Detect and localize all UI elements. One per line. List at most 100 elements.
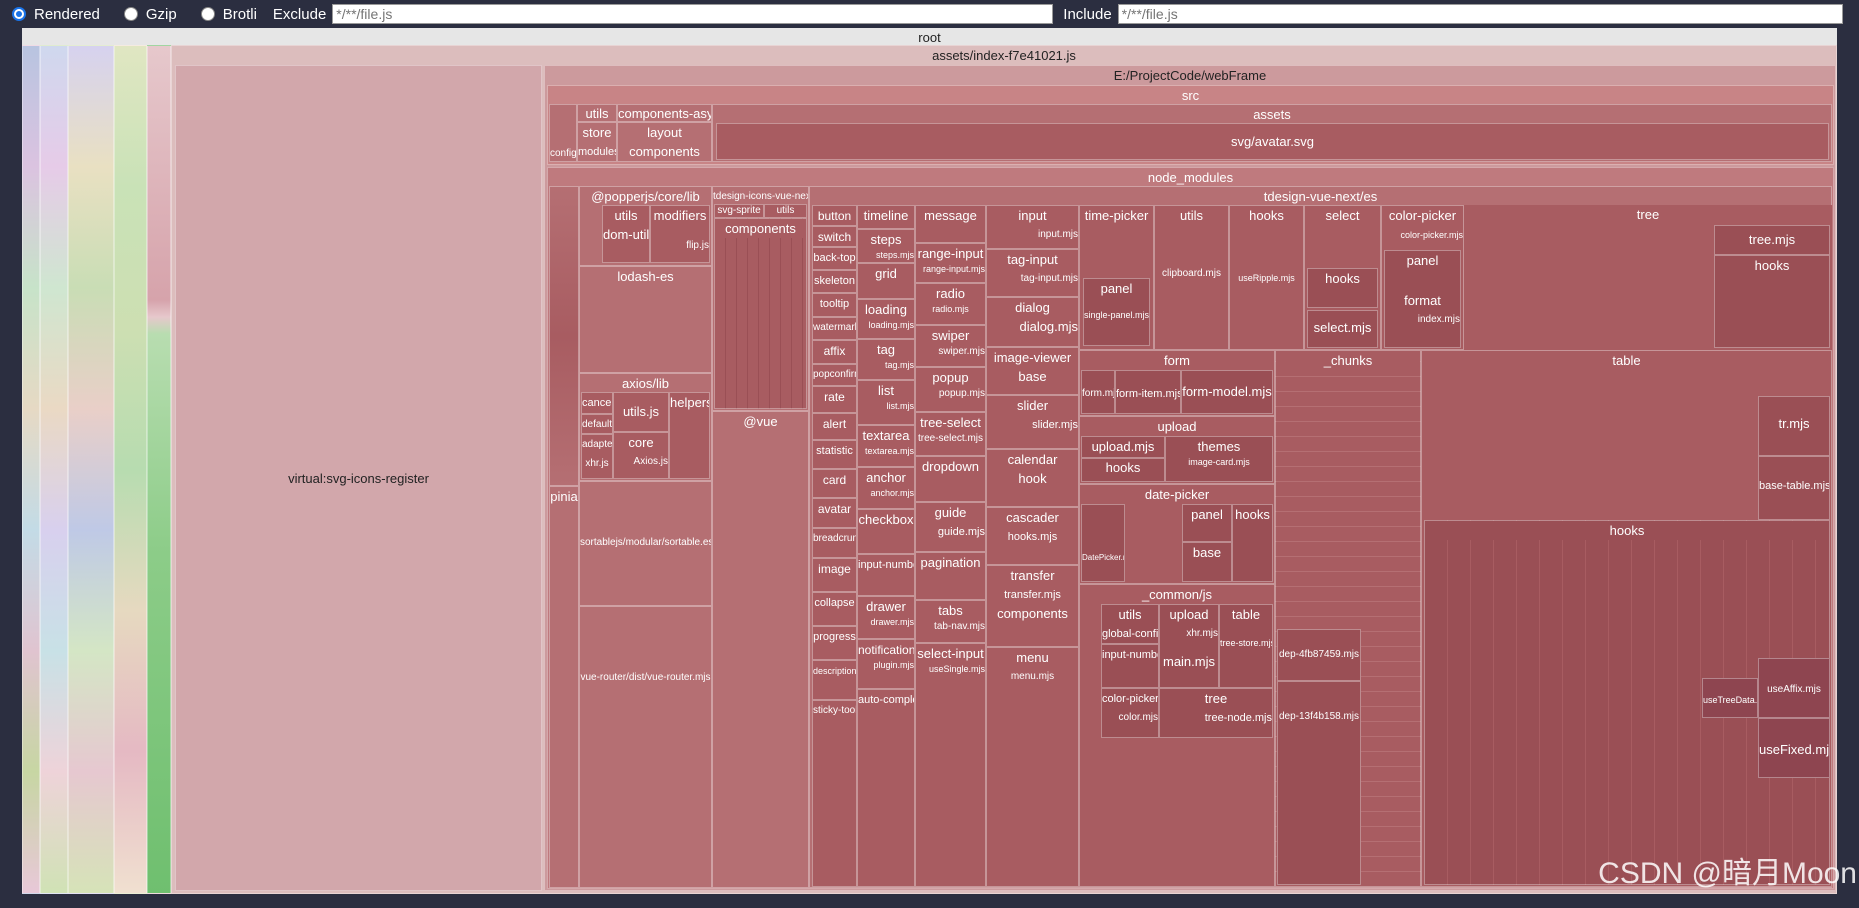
chunk-column[interactable] [68, 45, 114, 894]
td-card[interactable]: card [812, 469, 857, 498]
gzip-radio[interactable]: Gzip [123, 6, 189, 23]
td-switch[interactable]: switch [812, 226, 857, 247]
src-layout[interactable]: layout components [617, 122, 712, 162]
td-useFixed[interactable]: useFixed.mjs [1758, 718, 1830, 778]
td-loading[interactable]: loading loading.mjs [857, 299, 915, 339]
td-useAffix[interactable]: useAffix.mjs [1758, 658, 1830, 718]
src-utils[interactable]: utils [577, 104, 617, 122]
td-back-top[interactable]: back-top [812, 247, 857, 270]
td-tree-file[interactable]: tree.mjs [1714, 225, 1830, 255]
td-watermark[interactable]: watermark [812, 317, 857, 340]
td-calendar[interactable]: calendar hook [986, 449, 1079, 507]
td-upload-themes[interactable]: themes image-card.mjs [1165, 436, 1273, 482]
td-checkbox[interactable]: checkbox [857, 509, 915, 554]
td-list[interactable]: list list.mjs [857, 380, 915, 425]
td-dialog[interactable]: dialog dialog.mjs [986, 297, 1079, 347]
td-dep-1[interactable]: dep-4fb87459.mjs [1277, 629, 1361, 681]
td-auto-complete[interactable]: auto-complete [857, 689, 915, 887]
td-transfer[interactable]: transfer transfer.mjs components [986, 565, 1079, 647]
td-timeline[interactable]: timeline [857, 205, 915, 229]
td-form-file[interactable]: form.mjs [1081, 370, 1115, 414]
green-chunk-column[interactable] [147, 45, 171, 894]
axios-cancel[interactable]: cancel [581, 392, 613, 414]
td-hooks[interactable]: hooks useRipple.mjs [1229, 205, 1304, 350]
td-range-input[interactable]: range-input range-input.mjs [915, 243, 986, 283]
icons-utils[interactable]: utils [764, 204, 807, 218]
td-popconfirm[interactable]: popconfirm [812, 364, 857, 386]
axios-defaults[interactable]: defaults [581, 414, 613, 434]
rendered-radio[interactable]: Rendered [12, 6, 112, 23]
axios-helpers[interactable]: helpers [669, 392, 710, 479]
td-upload-file[interactable]: upload.mjs [1081, 436, 1165, 458]
lodash-package[interactable]: lodash-es [579, 266, 712, 373]
td-dp-base[interactable]: base [1182, 542, 1232, 582]
td-common-color-picker[interactable]: color-picker color.mjs [1101, 688, 1159, 738]
td-anchor[interactable]: anchor anchor.mjs [857, 467, 915, 509]
td-tree-select[interactable]: tree-select tree-select.mjs [915, 412, 986, 456]
td-affix[interactable]: affix [812, 340, 857, 364]
sortable-package[interactable]: sortablejs/modular/sortable.esm.js [579, 481, 712, 606]
brotli-radio[interactable]: Brotli [200, 6, 269, 23]
td-base-table[interactable]: base-table.mjs [1758, 456, 1830, 520]
chunk-column[interactable] [22, 45, 40, 894]
vue-router-package[interactable]: vue-router/dist/vue-router.mjs [579, 606, 712, 888]
td-steps[interactable]: steps steps.mjs [857, 229, 915, 263]
td-utils[interactable]: utils clipboard.mjs [1154, 205, 1229, 350]
td-avatar[interactable]: avatar [812, 498, 857, 528]
vue-package[interactable]: @vue [712, 411, 809, 888]
axios-adapters[interactable]: adapters xhr.js [581, 434, 613, 479]
td-swiper[interactable]: swiper swiper.mjs [915, 325, 986, 367]
td-input-number[interactable]: input-number [857, 554, 915, 596]
td-descriptions[interactable]: descriptions [812, 660, 857, 700]
td-upload-hooks[interactable]: hooks [1081, 458, 1165, 482]
td-sticky-tool[interactable]: sticky-tool [812, 700, 857, 887]
td-select-input[interactable]: select-input useSingle.mjs [915, 643, 986, 887]
td-time-picker-panel[interactable]: panel single-panel.mjs [1083, 278, 1150, 346]
td-tabs[interactable]: tabs tab-nav.mjs [915, 600, 986, 643]
popper-modifiers[interactable]: modifiers flip.js [650, 205, 710, 263]
axios-core[interactable]: core Axios.js [613, 432, 669, 479]
td-form-item[interactable]: form-item.mjs [1115, 370, 1181, 414]
td-select-file[interactable]: select.mjs [1307, 310, 1378, 348]
brotli-radio-dot[interactable] [200, 7, 215, 21]
td-button[interactable]: button [812, 205, 857, 226]
td-pagination[interactable]: pagination [915, 552, 986, 600]
td-textarea[interactable]: textarea textarea.mjs [857, 425, 915, 467]
td-tooltip[interactable]: tooltip [812, 293, 857, 317]
td-slider[interactable]: slider slider.mjs [986, 395, 1079, 449]
td-dp-hooks[interactable]: hooks [1232, 504, 1273, 582]
src-config[interactable]: config [549, 104, 577, 162]
include-input[interactable] [1117, 4, 1843, 24]
td-common-utils[interactable]: utils global-config [1101, 604, 1159, 644]
rendered-radio-dot[interactable] [12, 7, 26, 21]
gzip-radio-dot[interactable] [123, 7, 138, 21]
td-common-tree[interactable]: tree tree-node.mjs [1159, 688, 1273, 738]
exclude-input[interactable] [332, 4, 1054, 24]
td-cp-panel[interactable]: panel format index.mjs [1384, 250, 1461, 348]
td-collapse[interactable]: collapse [812, 592, 857, 626]
svg-icons-register[interactable]: virtual:svg-icons-register [175, 65, 542, 891]
src-components-async[interactable]: components-async [617, 104, 712, 122]
td-useTreeData[interactable]: useTreeData.mjs [1702, 678, 1758, 718]
icons-svg-sprite[interactable]: svg-sprite [714, 204, 764, 218]
td-select-hooks[interactable]: hooks [1307, 268, 1378, 308]
td-tag-input[interactable]: tag-input tag-input.mjs [986, 249, 1079, 297]
td-form-model[interactable]: form-model.mjs [1181, 370, 1273, 414]
popper-utils[interactable]: utils dom-utils [602, 205, 650, 263]
td-grid[interactable]: grid [857, 263, 915, 299]
td-dep-2[interactable]: dep-13f4b158.mjs [1277, 681, 1361, 885]
td-progress[interactable]: progress [812, 626, 857, 660]
td-skeleton[interactable]: skeleton [812, 270, 857, 293]
small-packages-column[interactable] [549, 186, 579, 486]
td-menu[interactable]: menu menu.mjs [986, 647, 1079, 887]
axios-utils[interactable]: utils.js [613, 392, 669, 432]
td-common-input-number[interactable]: input-number [1101, 644, 1159, 688]
chunk-column[interactable] [114, 45, 147, 894]
td-rate[interactable]: rate [812, 386, 857, 413]
td-breadcrumb[interactable]: breadcrumb [812, 528, 857, 558]
td-dropdown[interactable]: dropdown [915, 456, 986, 502]
td-cascader[interactable]: cascader hooks.mjs [986, 507, 1079, 565]
td-radio[interactable]: radio radio.mjs [915, 283, 986, 325]
td-statistic[interactable]: statistic [812, 440, 857, 469]
td-dp-panel[interactable]: panel [1182, 504, 1232, 542]
